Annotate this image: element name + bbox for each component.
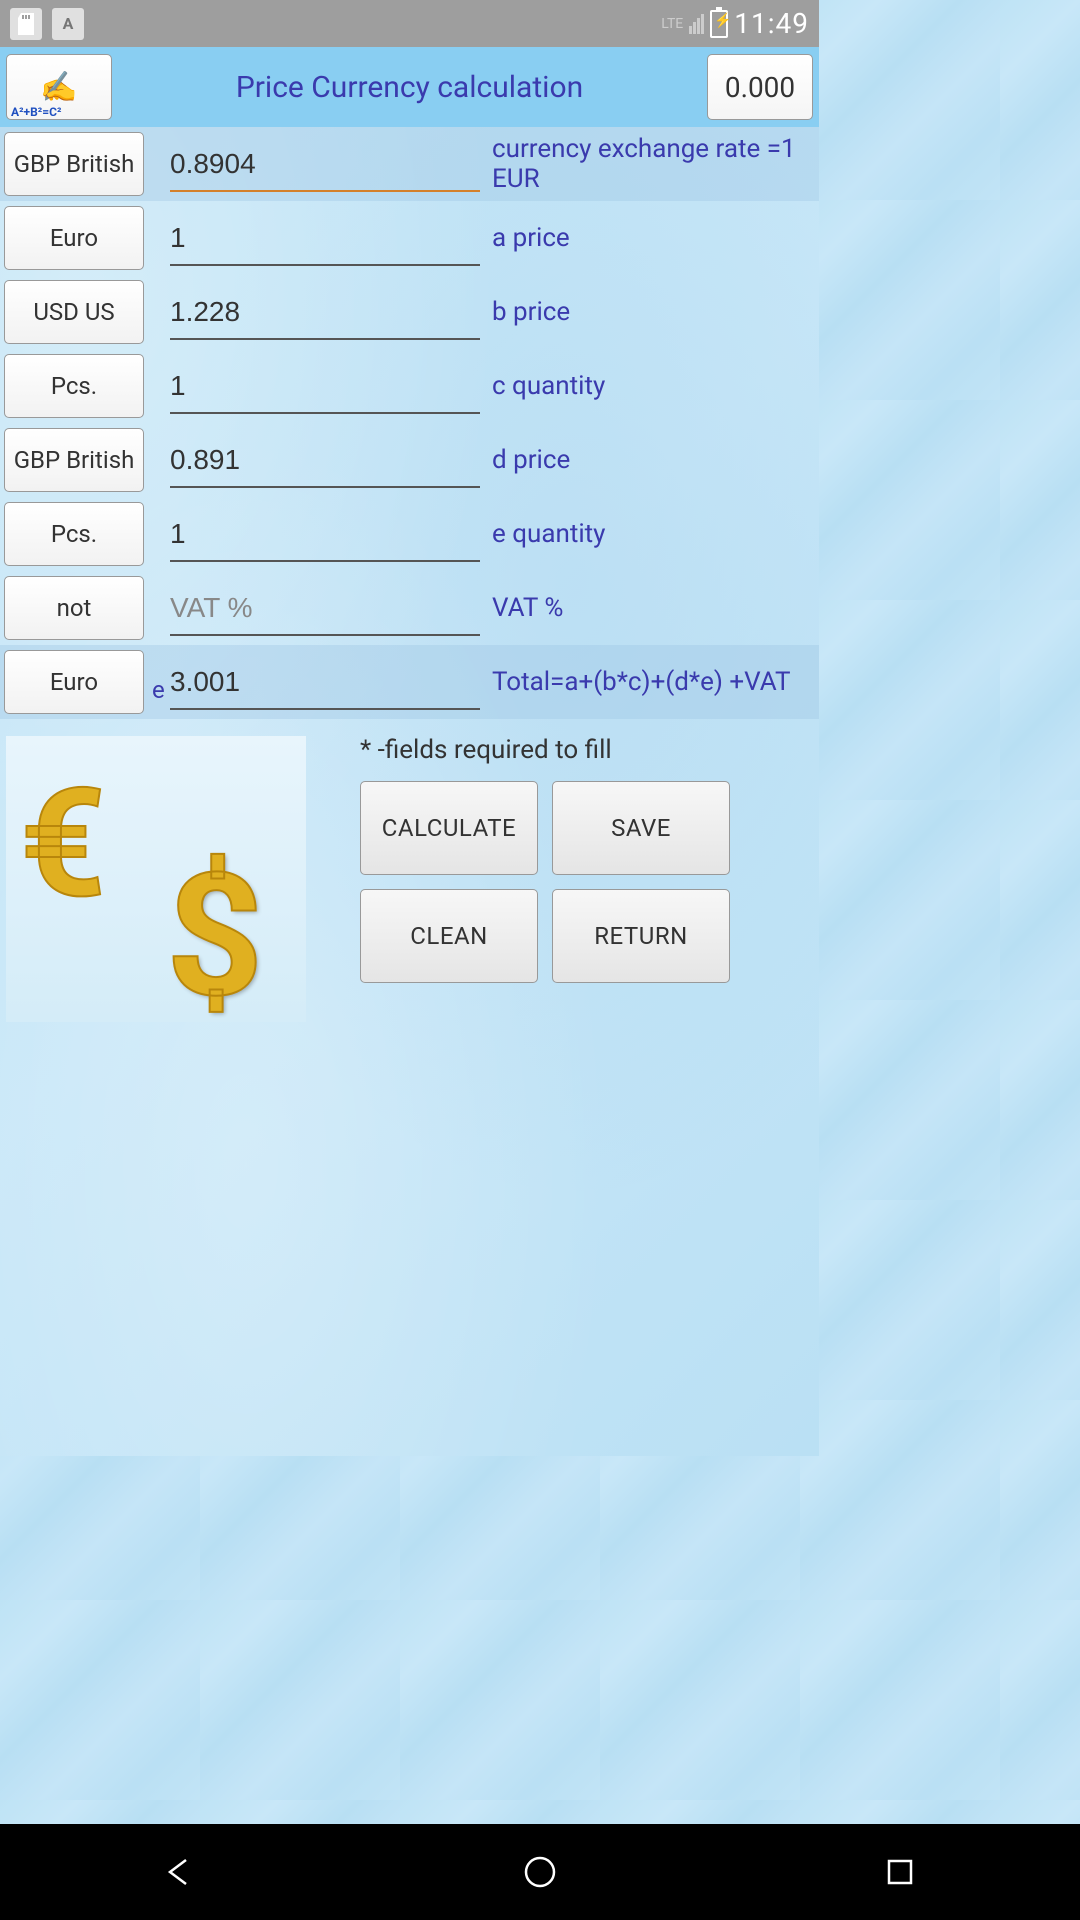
hand-writing-icon: ✍️ [40, 70, 77, 105]
calculation-form: GBP British currency exchange rate =1 EU… [0, 127, 819, 719]
unit-select-c[interactable]: Pcs. [4, 354, 144, 418]
logo-button[interactable]: ✍️ A²+B²=C² [6, 54, 112, 120]
battery-charging-icon [710, 10, 728, 38]
row-e-quantity: Pcs. e quantity [0, 497, 819, 571]
label-exchange-rate: currency exchange rate =1 EUR [488, 134, 809, 194]
nav-recent-button[interactable] [880, 1852, 920, 1892]
label-c-quantity: c quantity [488, 371, 809, 401]
nav-home-button[interactable] [520, 1852, 560, 1892]
row-b-price: USD US b price [0, 275, 819, 349]
label-e-quantity: e quantity [488, 519, 809, 549]
currency-select-b[interactable]: USD US [4, 280, 144, 344]
action-buttons: CALCULATE SAVE CLEAN RETURN [360, 781, 819, 983]
label-d-price: d price [488, 445, 809, 475]
input-d-price[interactable] [170, 438, 480, 488]
input-exchange-rate[interactable] [170, 142, 480, 192]
label-a-price: a price [488, 223, 809, 253]
label-b-price: b price [488, 297, 809, 327]
clean-button[interactable]: CLEAN [360, 889, 538, 983]
sd-card-icon [10, 8, 42, 40]
currency-select-total[interactable]: Euro [4, 650, 144, 714]
app-icon: A [52, 8, 84, 40]
formula-label: A²+B²=C² [11, 105, 61, 119]
calculate-button[interactable]: CALCULATE [360, 781, 538, 875]
hint-letter-e: e [152, 676, 165, 704]
vat-select[interactable]: not [4, 576, 144, 640]
android-status-bar: A LTE 11:49 [0, 0, 819, 47]
app-title-bar: ✍️ A²+B²=C² Price Currency calculation 0… [0, 47, 819, 127]
row-exchange-rate: GBP British currency exchange rate =1 EU… [0, 127, 819, 201]
unit-select-e[interactable]: Pcs. [4, 502, 144, 566]
label-total: Total=a+(b*c)+(d*e) +VAT [488, 667, 809, 697]
row-vat: not VAT % [0, 571, 819, 645]
input-a-price[interactable] [170, 216, 480, 266]
row-d-price: GBP British d price [0, 423, 819, 497]
page-title: Price Currency calculation [118, 70, 701, 105]
row-c-quantity: Pcs. c quantity [0, 349, 819, 423]
save-button[interactable]: SAVE [552, 781, 730, 875]
currency-select-d[interactable]: GBP British [4, 428, 144, 492]
euro-symbol-icon: € [20, 756, 106, 932]
row-total: Euro e Total=a+(b*c)+(d*e) +VAT [0, 645, 819, 719]
currency-illustration: € $ [6, 736, 306, 1022]
input-vat[interactable] [170, 586, 480, 636]
row-a-price: Euro a price [0, 201, 819, 275]
nav-back-button[interactable] [160, 1852, 200, 1892]
currency-select-exchange[interactable]: GBP British [4, 132, 144, 196]
return-button[interactable]: RETURN [552, 889, 730, 983]
network-lte-icon: LTE [661, 17, 683, 31]
clock: 11:49 [734, 7, 809, 40]
label-vat: VAT % [488, 593, 809, 623]
decimal-format-button[interactable]: 0.000 [707, 54, 813, 120]
input-total[interactable] [170, 660, 480, 710]
input-c-quantity[interactable] [170, 364, 480, 414]
dollar-symbol-icon: $ [166, 836, 264, 1036]
input-b-price[interactable] [170, 290, 480, 340]
input-e-quantity[interactable] [170, 512, 480, 562]
signal-icon [689, 14, 704, 34]
currency-select-a[interactable]: Euro [4, 206, 144, 270]
android-nav-bar [0, 1824, 1080, 1920]
